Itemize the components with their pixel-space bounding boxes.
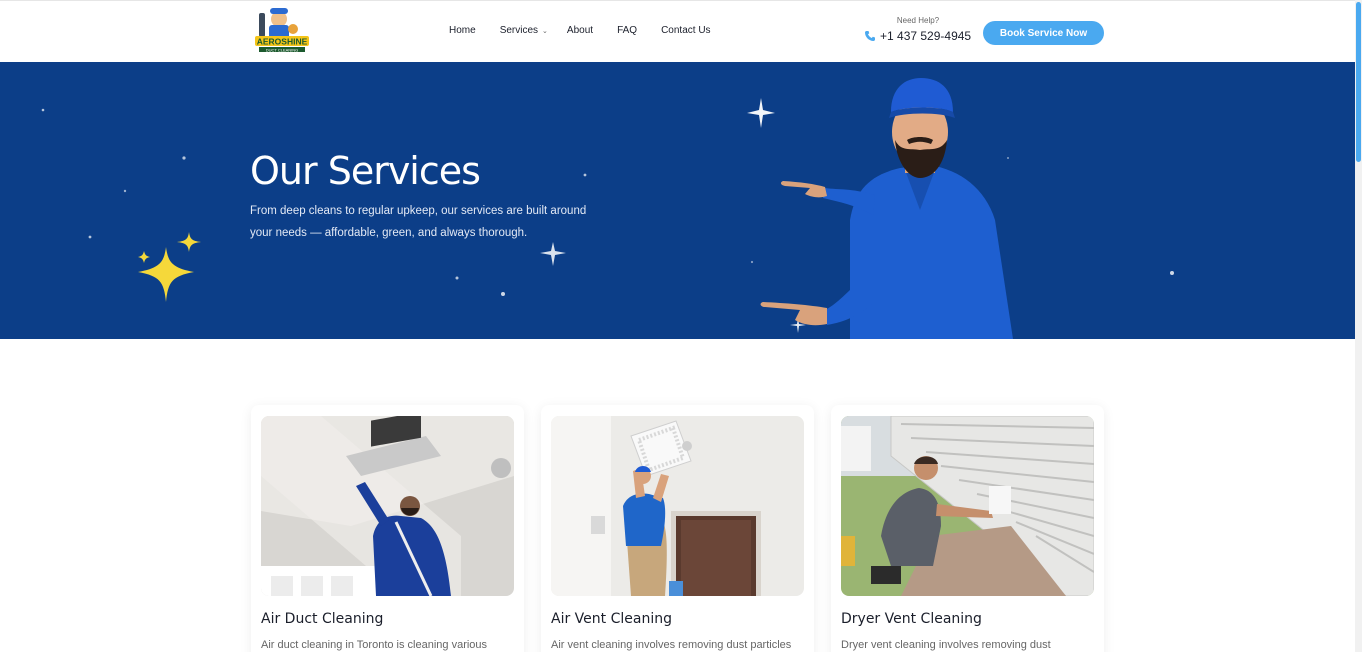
sparkle-yellow-large-icon xyxy=(138,247,194,302)
service-image-air-duct xyxy=(261,416,514,596)
chevron-down-icon: ⌄ xyxy=(542,27,548,35)
nav-about[interactable]: About xyxy=(567,25,593,36)
page: AEROSHINE DUCT CLEANING Home Services ⌄ A… xyxy=(0,0,1362,652)
nav-home[interactable]: Home xyxy=(449,25,476,36)
hero-description-line-2: your needs — affordable, green, and alwa… xyxy=(250,227,528,239)
sparkle-decoration xyxy=(41,98,1174,333)
nav-about-label: About xyxy=(566,25,594,36)
service-title[interactable]: Dryer Vent Cleaning xyxy=(841,611,982,627)
hero-description-line-1: From deep cleans to regular upkeep, our … xyxy=(250,205,587,217)
service-title[interactable]: Air Vent Cleaning xyxy=(551,611,672,627)
hero-title: Our Services xyxy=(250,149,481,193)
sparkle-white-icon xyxy=(540,242,566,266)
page-scrollbar[interactable] xyxy=(1355,0,1362,652)
nav-services[interactable]: Services ⌄ xyxy=(500,25,548,36)
service-card-air-vent[interactable]: Air Vent Cleaning Air vent cleaning invo… xyxy=(541,405,814,652)
sparkle-yellow-tiny-icon xyxy=(138,251,150,263)
svg-text:AEROSHINE: AEROSHINE xyxy=(257,37,308,47)
phone-link[interactable]: +1 437 529-4945 xyxy=(864,29,972,43)
phone-number: +1 437 529-4945 xyxy=(880,29,972,43)
nav-contact-label: Contact Us xyxy=(661,25,711,36)
service-image-dryer-vent xyxy=(841,416,1094,596)
hero-banner: Our Services From deep cleans to regular… xyxy=(0,62,1355,339)
service-description: Air vent cleaning involves removing dust… xyxy=(551,639,792,651)
help-label: Need Help? xyxy=(896,16,940,25)
nav-contact[interactable]: Contact Us xyxy=(661,25,710,36)
service-image-air-vent xyxy=(551,416,804,596)
main-nav: Home Services ⌄ About FAQ Contact Us xyxy=(449,25,711,36)
services-list: Air Duct Cleaning Air duct cleaning in T… xyxy=(251,405,1104,652)
scrollbar-thumb[interactable] xyxy=(1356,2,1361,162)
brand-logo[interactable]: AEROSHINE DUCT CLEANING xyxy=(253,5,311,57)
service-title[interactable]: Air Duct Cleaning xyxy=(261,611,383,627)
sparkle-yellow-small-icon xyxy=(177,232,201,252)
book-service-button[interactable]: Book Service Now xyxy=(983,21,1104,45)
svg-text:DUCT CLEANING: DUCT CLEANING xyxy=(266,47,299,52)
nav-services-label: Services xyxy=(499,25,539,36)
service-description: Air duct cleaning in Toronto is cleaning… xyxy=(261,639,488,651)
nav-home-label: Home xyxy=(449,25,476,36)
nav-faq[interactable]: FAQ xyxy=(617,25,637,36)
site-header: AEROSHINE DUCT CLEANING Home Services ⌄ A… xyxy=(0,0,1355,62)
service-card-air-duct[interactable]: Air Duct Cleaning Air duct cleaning in T… xyxy=(251,405,524,652)
nav-faq-label: FAQ xyxy=(617,25,638,36)
phone-icon xyxy=(865,31,875,41)
hero-description: From deep cleans to regular upkeep, our … xyxy=(250,200,610,244)
help-block: Need Help? +1 437 529-4945 xyxy=(864,16,972,43)
technician-pointing-image xyxy=(760,78,1013,339)
service-description: Dryer vent cleaning involves removing du… xyxy=(841,639,1051,651)
service-card-dryer-vent[interactable]: Dryer Vent Cleaning Dryer vent cleaning … xyxy=(831,405,1104,652)
